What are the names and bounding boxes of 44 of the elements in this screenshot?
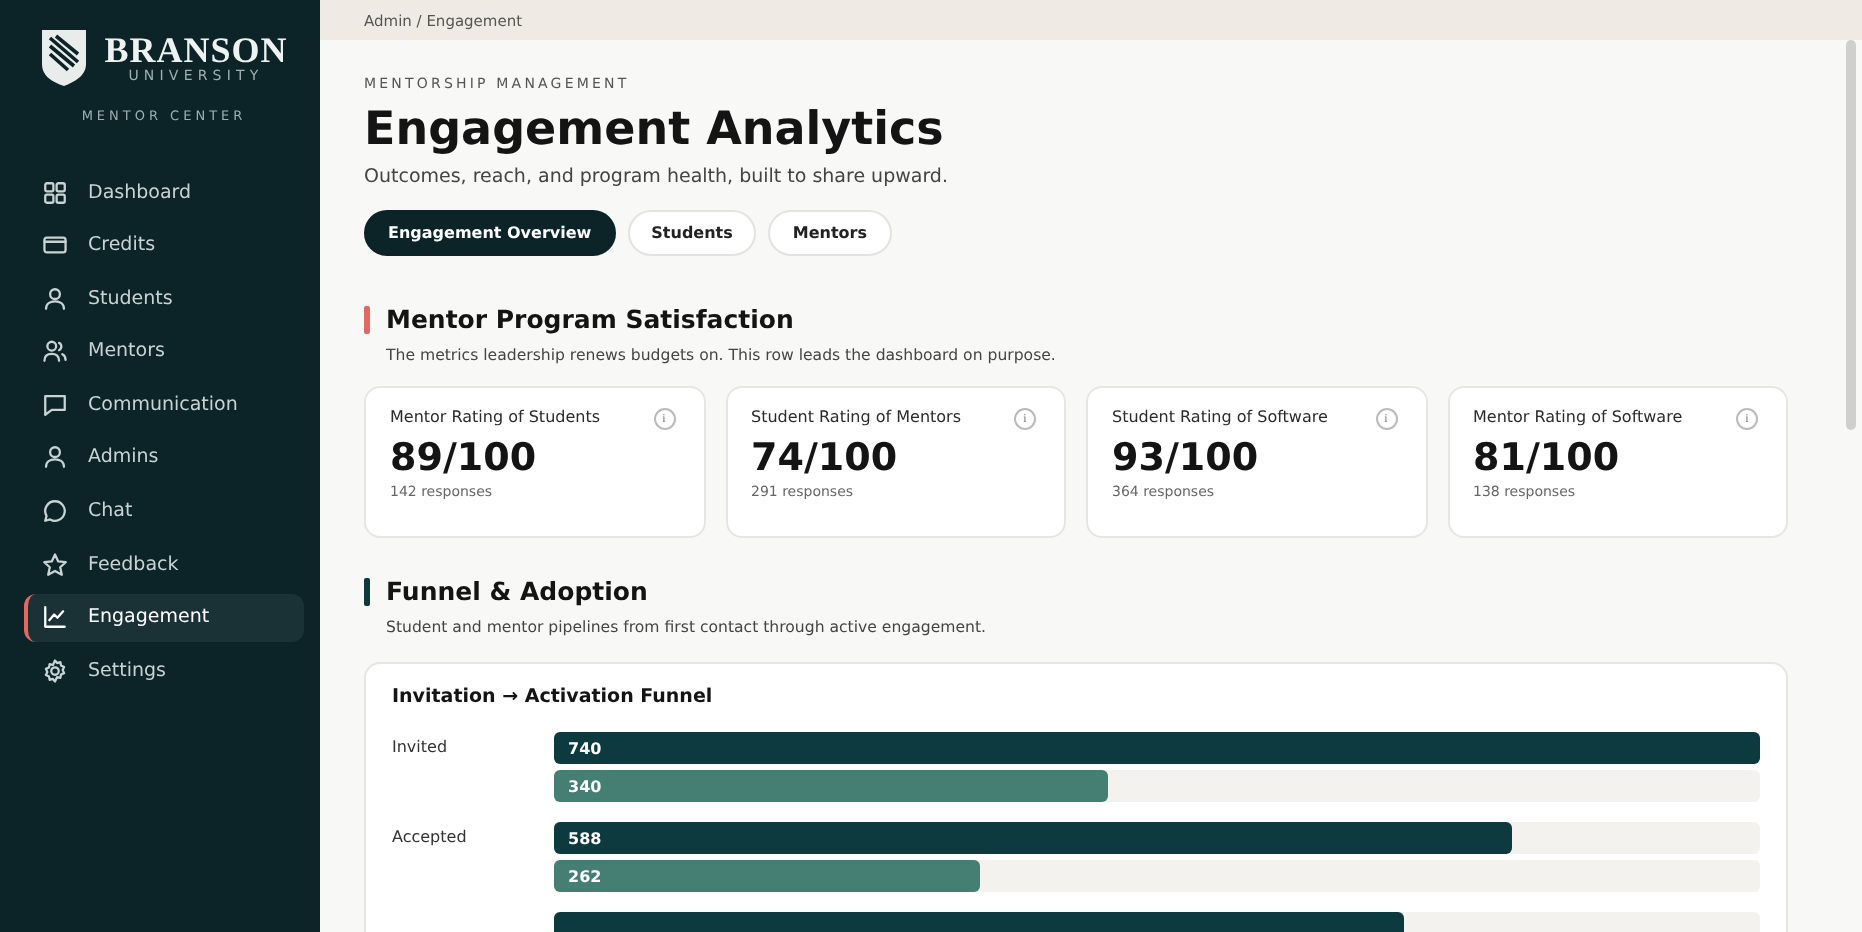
metric-label: Mentor Rating of Software	[1473, 408, 1683, 426]
sidebar-item[interactable]: Mentors	[24, 327, 304, 376]
section-title: Mentor Program Satisfaction	[386, 304, 794, 334]
sidebar-item[interactable]: Students	[24, 274, 304, 323]
message-icon	[42, 391, 68, 418]
metric-value: 89/100	[390, 436, 539, 480]
shield-logo-icon	[40, 28, 89, 88]
funnel-title: Invitation → Activation Funnel	[392, 686, 715, 708]
person-icon	[42, 444, 68, 471]
funnel-stage-label: Accepted	[392, 828, 467, 846]
section-title: Funnel & Adoption	[386, 576, 648, 606]
metric-label: Mentor Rating of Students	[390, 408, 601, 426]
metric-value: 74/100	[751, 436, 900, 480]
metric-label: Student Rating of Mentors	[751, 408, 962, 426]
metric-label: Student Rating of Software	[1112, 408, 1328, 426]
sidebar-item[interactable]: Credits	[24, 221, 304, 270]
sidebar-item[interactable]: Feedback	[24, 540, 304, 589]
sidebar-item[interactable]: Settings	[24, 646, 304, 695]
university-name: BRANSON	[104, 31, 288, 69]
person-icon	[42, 285, 68, 312]
funnel-bar: 740	[554, 732, 1760, 764]
people-icon	[42, 338, 68, 365]
line-chart-icon	[42, 604, 68, 631]
page-title: Engagement Analytics	[364, 104, 946, 156]
sidebar-item[interactable]: Admins	[24, 433, 304, 482]
sidebar-item[interactable]: Communication	[24, 380, 304, 429]
metric-value: 81/100	[1473, 436, 1622, 480]
chat-bubble-icon	[42, 498, 68, 525]
page-subtitle: Outcomes, reach, and program health, built to share upward.	[364, 166, 950, 188]
funnel-stage-label: Invited	[392, 738, 448, 756]
star-icon	[42, 551, 68, 578]
sidebar-item[interactable]: Chat	[24, 487, 304, 536]
card-icon	[42, 232, 68, 259]
sidebar-item[interactable]: Dashboard	[24, 168, 304, 216]
grid-icon	[42, 179, 68, 205]
settings-icon	[42, 657, 68, 684]
sidebar-item[interactable]: Engagement	[24, 593, 304, 642]
tab[interactable]: Students	[627, 210, 757, 256]
funnel-bar: 588	[554, 822, 1513, 854]
tab[interactable]: Mentors	[768, 210, 891, 256]
tab[interactable]: Engagement Overview	[364, 210, 616, 256]
funnel-sub-bar: 340	[554, 770, 1108, 802]
metric-value: 93/100	[1112, 436, 1261, 480]
funnel-sub-bar: 262	[554, 860, 981, 892]
